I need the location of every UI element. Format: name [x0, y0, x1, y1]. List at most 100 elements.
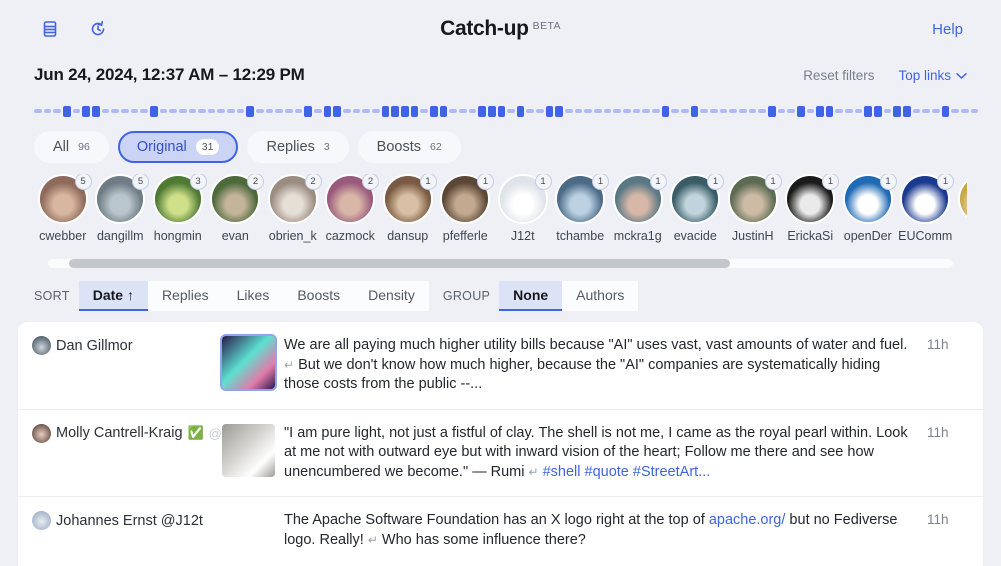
timeline-segment[interactable]	[246, 106, 254, 117]
filter-pill-original[interactable]: Original31	[118, 131, 239, 163]
timeline-segment[interactable]	[353, 109, 361, 113]
author-chip-eucomm[interactable]: 1EUComm	[897, 174, 955, 254]
timeline-segment[interactable]	[778, 109, 786, 113]
author-chip-mckra1g[interactable]: 1mckra1g	[609, 174, 667, 254]
timeline-segment[interactable]	[121, 109, 129, 113]
timeline-segment[interactable]	[160, 109, 168, 113]
timeline-segment[interactable]	[662, 106, 670, 117]
timeline-segment[interactable]	[951, 109, 959, 113]
timeline-segment[interactable]	[855, 109, 863, 113]
timeline-segment[interactable]	[739, 109, 747, 113]
timeline-segment[interactable]	[227, 109, 235, 113]
timeline-segment[interactable]	[845, 109, 853, 113]
author-chip-dangillm[interactable]: 5dangillm	[92, 174, 150, 254]
timeline-segment[interactable]	[53, 109, 61, 113]
timeline-segment[interactable]	[179, 109, 187, 113]
timeline-segment[interactable]	[671, 109, 679, 113]
author-chip-vi[interactable]: 1vi	[954, 174, 967, 254]
help-link[interactable]: Help	[932, 21, 963, 38]
sort-button-replies[interactable]: Replies	[148, 281, 223, 311]
post-row[interactable]: Johannes Ernst @J12tThe Apache Software …	[18, 497, 983, 566]
timeline-segment[interactable]	[440, 106, 448, 117]
refresh-history-icon[interactable]	[86, 17, 110, 41]
timeline-segment[interactable]	[710, 109, 718, 113]
author-chip-evan[interactable]: 2evan	[207, 174, 265, 254]
post-row[interactable]: Molly Cantrell-Kraig✅@"I am pure light, …	[18, 410, 983, 498]
timeline-segment[interactable]	[256, 109, 264, 113]
timeline-segment[interactable]	[459, 109, 467, 113]
author-chip-hongmin[interactable]: 3hongmin	[149, 174, 207, 254]
timeline-segment[interactable]	[324, 106, 332, 117]
timeline-segment[interactable]	[507, 109, 515, 113]
timeline-segment[interactable]	[526, 109, 534, 113]
timeline-segment[interactable]	[498, 106, 506, 117]
timeline-segment[interactable]	[343, 109, 351, 113]
sort-button-date[interactable]: Date ↑	[79, 281, 148, 311]
timeline-segment[interactable]	[517, 106, 525, 117]
timeline-segment[interactable]	[787, 109, 795, 113]
timeline-segment[interactable]	[266, 109, 274, 113]
timeline-segment[interactable]	[237, 109, 245, 113]
scrollbar-thumb[interactable]	[69, 259, 730, 268]
timeline-segment[interactable]	[681, 109, 689, 113]
timeline-segment[interactable]	[382, 106, 390, 117]
timeline-segment[interactable]	[169, 109, 177, 113]
post-hashtags[interactable]: #shell #quote #StreetArt...	[539, 464, 711, 480]
timeline-segment[interactable]	[73, 109, 81, 113]
timeline-segment[interactable]	[111, 109, 119, 113]
timeline-segment[interactable]	[691, 106, 699, 117]
timeline-segment[interactable]	[469, 109, 477, 113]
timeline-segment[interactable]	[208, 109, 216, 113]
timeline-segment[interactable]	[555, 106, 563, 117]
timeline-segment[interactable]	[63, 106, 71, 117]
post-thumbnail[interactable]	[222, 336, 275, 389]
timeline-segment[interactable]	[275, 109, 283, 113]
timeline-segment[interactable]	[82, 106, 90, 117]
timeline-segment[interactable]	[391, 106, 399, 117]
timeline-segment[interactable]	[884, 109, 892, 113]
author-chip-cwebber[interactable]: 5cwebber	[34, 174, 92, 254]
sort-button-boosts[interactable]: Boosts	[283, 281, 354, 311]
group-button-authors[interactable]: Authors	[562, 281, 638, 311]
author-chip-j12t[interactable]: 1J12t	[494, 174, 552, 254]
timeline-segment[interactable]	[584, 109, 592, 113]
timeline-segment[interactable]	[807, 109, 815, 113]
timeline-segment[interactable]	[893, 106, 901, 117]
activity-timeline[interactable]	[34, 104, 978, 118]
sort-button-density[interactable]: Density	[354, 281, 429, 311]
timeline-segment[interactable]	[449, 109, 457, 113]
author-chip-dansup[interactable]: 1dansup	[379, 174, 437, 254]
filter-pill-replies[interactable]: Replies3	[247, 131, 348, 163]
timeline-segment[interactable]	[768, 106, 776, 117]
post-row[interactable]: Dan GillmorWe are all paying much higher…	[18, 322, 983, 410]
timeline-segment[interactable]	[285, 109, 293, 113]
author-chip-erickasi[interactable]: 1ErickaSi	[782, 174, 840, 254]
top-links-dropdown[interactable]: Top links	[898, 68, 967, 83]
timeline-segment[interactable]	[575, 109, 583, 113]
timeline-segment[interactable]	[961, 109, 969, 113]
author-chip-obrien_k[interactable]: 2obrien_k	[264, 174, 322, 254]
timeline-segment[interactable]	[864, 106, 872, 117]
timeline-segment[interactable]	[546, 106, 554, 117]
timeline-segment[interactable]	[131, 109, 139, 113]
timeline-segment[interactable]	[922, 109, 930, 113]
timeline-segment[interactable]	[488, 106, 496, 117]
timeline-segment[interactable]	[942, 106, 950, 117]
timeline-segment[interactable]	[217, 109, 225, 113]
timeline-segment[interactable]	[700, 109, 708, 113]
timeline-segment[interactable]	[633, 109, 641, 113]
author-chip-cazmock[interactable]: 2cazmock	[322, 174, 380, 254]
timeline-segment[interactable]	[198, 109, 206, 113]
timeline-segment[interactable]	[102, 109, 110, 113]
timeline-segment[interactable]	[797, 106, 805, 117]
timeline-segment[interactable]	[295, 109, 303, 113]
timeline-segment[interactable]	[92, 106, 100, 117]
author-chip-evacide[interactable]: 1evacide	[667, 174, 725, 254]
timeline-segment[interactable]	[623, 109, 631, 113]
timeline-segment[interactable]	[430, 106, 438, 117]
timeline-segment[interactable]	[362, 109, 370, 113]
group-button-none[interactable]: None	[499, 281, 562, 311]
post-author[interactable]: Dan Gillmor	[18, 336, 222, 355]
timeline-segment[interactable]	[411, 106, 419, 117]
post-author[interactable]: Molly Cantrell-Kraig✅@	[18, 424, 222, 443]
